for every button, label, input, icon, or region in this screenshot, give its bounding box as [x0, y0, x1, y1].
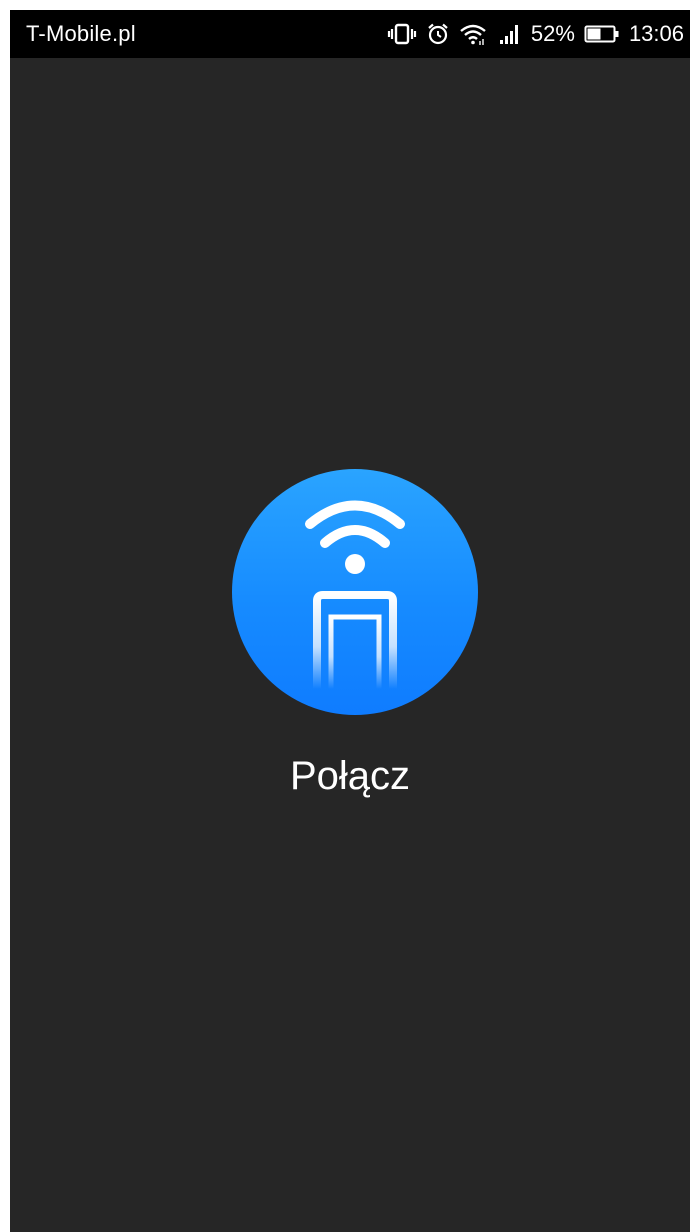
- connect-label[interactable]: Połącz: [10, 752, 690, 800]
- wifi-door-icon: [305, 500, 405, 689]
- connect-button[interactable]: [232, 469, 478, 715]
- app-screen: T-Mobile.pl 52% 13:06 Połącz: [10, 10, 690, 1232]
- connect-area: Połącz: [10, 10, 690, 1232]
